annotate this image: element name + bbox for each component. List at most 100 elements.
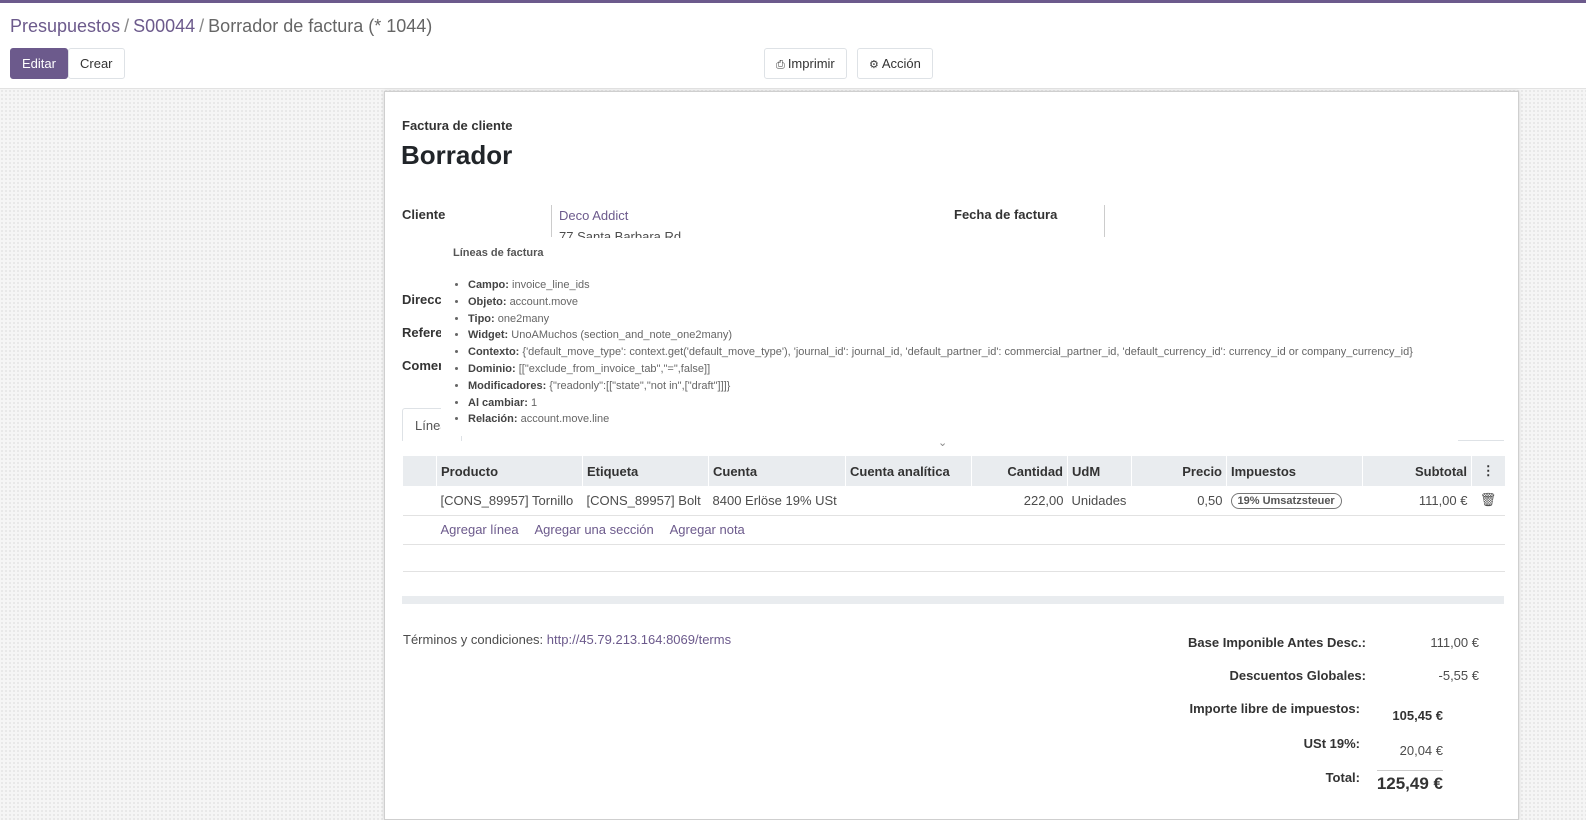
tooltip-value: {"readonly":[["state","not in",["draft"]…: [549, 379, 731, 392]
cell-quantity[interactable]: 222,00: [971, 486, 1068, 516]
tooltip-item: Dominio: [["exclude_from_invoice_tab","=…: [468, 361, 1413, 378]
customer-label: Cliente: [402, 207, 446, 222]
add-section-link[interactable]: Agregar una sección: [534, 522, 653, 537]
column-header[interactable]: Subtotal: [1362, 456, 1472, 486]
tooltip-key: Tipo:: [468, 312, 495, 325]
column-header[interactable]: Cuenta: [708, 456, 846, 486]
table-header-row: Producto Etiqueta Cuenta Cuenta analític…: [402, 456, 1505, 486]
field-info-tooltip: Líneas de factura Campo: invoice_line_id…: [441, 238, 1449, 449]
document-type: Factura de cliente: [402, 118, 513, 133]
terms-link[interactable]: http://45.79.213.164:8069/terms: [547, 632, 731, 647]
customer-link[interactable]: Deco Addict: [559, 208, 628, 223]
cell-subtotal: 111,00 €: [1362, 486, 1472, 516]
tooltip-item: Modificadores: {"readonly":[["state","no…: [468, 378, 1413, 395]
tab-underline: [1458, 440, 1504, 441]
base-label: Base Imponible Antes Desc.:: [1188, 635, 1366, 650]
breadcrumb-separator: /: [124, 16, 130, 36]
terms-label: Términos y condiciones:: [403, 632, 544, 647]
column-header[interactable]: Producto: [436, 456, 583, 486]
cell-label[interactable]: [CONS_89957] Bolt: [582, 486, 709, 516]
create-button[interactable]: Crear: [68, 48, 125, 79]
cell-product[interactable]: [CONS_89957] Tornillo: [436, 486, 583, 516]
document-state-title: Borrador: [401, 140, 513, 170]
breadcrumb: Presupuestos / S00044/Borrador de factura …: [10, 16, 432, 37]
commercial-label: Comer: [402, 358, 444, 373]
untaxed-label: Importe libre de impuestos:: [1189, 701, 1360, 716]
total-value: 125,49 €: [1376, 774, 1443, 793]
print-icon: ⎙: [776, 59, 785, 71]
tooltip-item: Tipo: one2many: [468, 311, 1413, 328]
add-line-link[interactable]: Agregar línea: [441, 522, 519, 537]
invoice-lines-table: Producto Etiqueta Cuenta Cuenta analític…: [402, 456, 1505, 572]
breadcrumb-link-quotations[interactable]: Presupuestos: [10, 16, 120, 36]
print-button-label: Imprimir: [787, 56, 835, 71]
cell-taxes[interactable]: 19% Umsatzsteuer: [1226, 486, 1363, 516]
cell-uom[interactable]: Unidades: [1067, 486, 1132, 516]
tooltip-key: Relación:: [468, 413, 518, 426]
tooltip-item: Relación: account.move.line: [468, 411, 1413, 428]
gear-icon: ⚙: [869, 59, 879, 71]
column-header[interactable]: Etiqueta: [582, 456, 709, 486]
invoice-date-field[interactable]: [1104, 205, 1105, 237]
cell-price[interactable]: 0,50: [1131, 486, 1227, 516]
address-label: Direcci: [402, 292, 446, 307]
global-discount-label: Descuentos Globales:: [1229, 668, 1366, 683]
tooltip-key: Modificadores:: [468, 379, 547, 392]
tooltip-item: Objeto: account.move: [468, 294, 1413, 311]
untaxed-value: 105,45 €: [1392, 708, 1443, 723]
total-label: Total:: [1325, 770, 1360, 785]
cell-analytic[interactable]: [845, 486, 972, 516]
empty-row: [402, 544, 1505, 572]
action-button[interactable]: ⚙ Acción: [857, 48, 933, 79]
empty-cell: [402, 544, 1505, 572]
tooltip-item: Contexto: {'default_move_type': context.…: [468, 344, 1413, 361]
column-header[interactable]: Precio: [1131, 456, 1227, 486]
action-button-label: Acción: [881, 56, 921, 71]
chevron-down-icon: ⌄: [938, 437, 948, 449]
total-divider: [1377, 770, 1443, 771]
tooltip-value: invoice_line_ids: [512, 279, 590, 291]
tooltip-value: {'default_move_type': context.get('defau…: [522, 346, 1413, 359]
edit-button[interactable]: Editar: [10, 48, 68, 79]
tax-value: 20,04 €: [1399, 743, 1443, 758]
tax-label: USt 19%:: [1303, 736, 1360, 751]
field-divider: [551, 205, 552, 237]
tooltip-key: Campo:: [468, 279, 509, 291]
tooltip-value: UnoAMuchos (section_and_note_one2many): [511, 329, 733, 342]
add-note-link[interactable]: Agregar nota: [670, 522, 745, 537]
global-discount-value: -5,55 €: [1438, 668, 1479, 683]
table-row[interactable]: [CONS_89957] Tornillo [CONS_89957] Bolt …: [402, 486, 1505, 516]
tooltip-value: one2many: [497, 312, 550, 325]
tooltip-key: Widget:: [468, 329, 509, 342]
tooltip-value: account.move.line: [520, 413, 610, 426]
invoice-date-label: Fecha de factura: [954, 207, 1058, 222]
tooltip-title: Líneas de factura: [453, 247, 544, 259]
row-handle: [402, 515, 437, 545]
column-header[interactable]: Impuestos: [1226, 456, 1363, 486]
add-line-row: Agregar línea Agregar una sección Agrega…: [402, 515, 1505, 545]
breadcrumb-current: Borrador de factura (* 1044): [208, 16, 433, 36]
tooltip-key: Contexto:: [468, 346, 520, 359]
tooltip-list: Campo: invoice_line_ids Objeto: account.…: [468, 277, 1413, 428]
tooltip-value: account.move: [509, 295, 579, 308]
column-header[interactable]: Cuenta analítica: [845, 456, 972, 486]
control-panel: Presupuestos / S00044/Borrador de factura …: [0, 3, 1586, 89]
column-header[interactable]: Cantidad: [971, 456, 1068, 486]
invoice-sheet: Factura de cliente Borrador Cliente Deco…: [384, 91, 1519, 820]
tax-badge: 19% Umsatzsteuer: [1230, 492, 1342, 509]
tooltip-item: Al cambiar: 1: [468, 395, 1413, 412]
breadcrumb-separator: /: [199, 16, 205, 36]
optional-columns-icon[interactable]: ⋮: [1471, 456, 1505, 486]
tooltip-key: Al cambiar:: [468, 396, 528, 409]
breadcrumb-link-order[interactable]: S00044: [133, 16, 195, 36]
trash-icon[interactable]: 🗑: [1471, 486, 1505, 516]
print-button[interactable]: ⎙ Imprimir: [764, 48, 847, 79]
add-actions: Agregar línea Agregar una sección Agrega…: [436, 515, 1505, 545]
tooltip-key: Dominio:: [468, 362, 516, 375]
column-header[interactable]: UdM: [1067, 456, 1132, 486]
table-footer-bar: [402, 596, 1504, 604]
handle-header: [402, 456, 437, 486]
terms-and-conditions: Términos y condiciones: http://45.79.213…: [403, 632, 731, 647]
row-handle: [402, 486, 437, 516]
cell-account[interactable]: 8400 Erlöse 19% USt: [708, 486, 846, 516]
